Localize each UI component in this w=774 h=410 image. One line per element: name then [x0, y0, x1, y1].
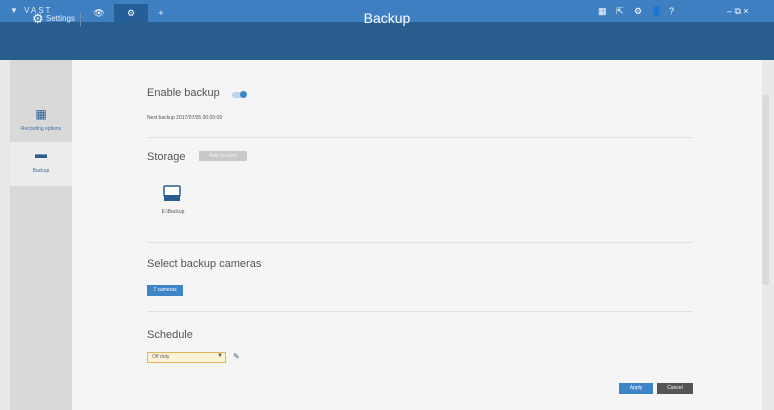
enable-backup-label: Enable backup	[147, 87, 220, 99]
next-backup-text: Next backup 2017/07/05 00:00:09	[147, 115, 223, 121]
backup-drive-icon: ▬	[35, 147, 47, 161]
divider	[147, 242, 693, 243]
schedule-select[interactable]: Off duty	[147, 352, 226, 363]
drive-label: E:\Backup	[161, 209, 185, 215]
cancel-button[interactable]: Cancel	[657, 383, 693, 394]
add-location-button[interactable]: Add location	[199, 151, 247, 161]
storage-title: Storage	[147, 151, 186, 163]
sidebar-item-backup[interactable]: ▬ Backup	[10, 142, 72, 186]
divider	[147, 311, 693, 312]
sidebar-item-label: Backup	[32, 168, 50, 174]
scrollbar[interactable]	[762, 95, 769, 285]
edit-icon[interactable]: ✎	[233, 352, 240, 361]
page-title: Backup	[363, 10, 411, 26]
schedule-title: Schedule	[147, 329, 193, 341]
select-cameras-button[interactable]: 7 cameras	[147, 285, 183, 296]
apply-button[interactable]: Apply	[619, 383, 653, 394]
sidebar-item-label: Recording options	[20, 126, 62, 132]
backup-drive-icon[interactable]	[163, 185, 181, 202]
page-header	[0, 22, 774, 60]
toggle-knob[interactable]	[240, 91, 247, 98]
divider	[147, 137, 693, 138]
sidebar-item-recording-options[interactable]: ▦ Recording options	[10, 100, 72, 142]
chevron-down-icon[interactable]: ▼	[217, 353, 223, 359]
select-cameras-title: Select backup cameras	[147, 258, 262, 270]
calendar-icon: ▦	[35, 107, 47, 121]
